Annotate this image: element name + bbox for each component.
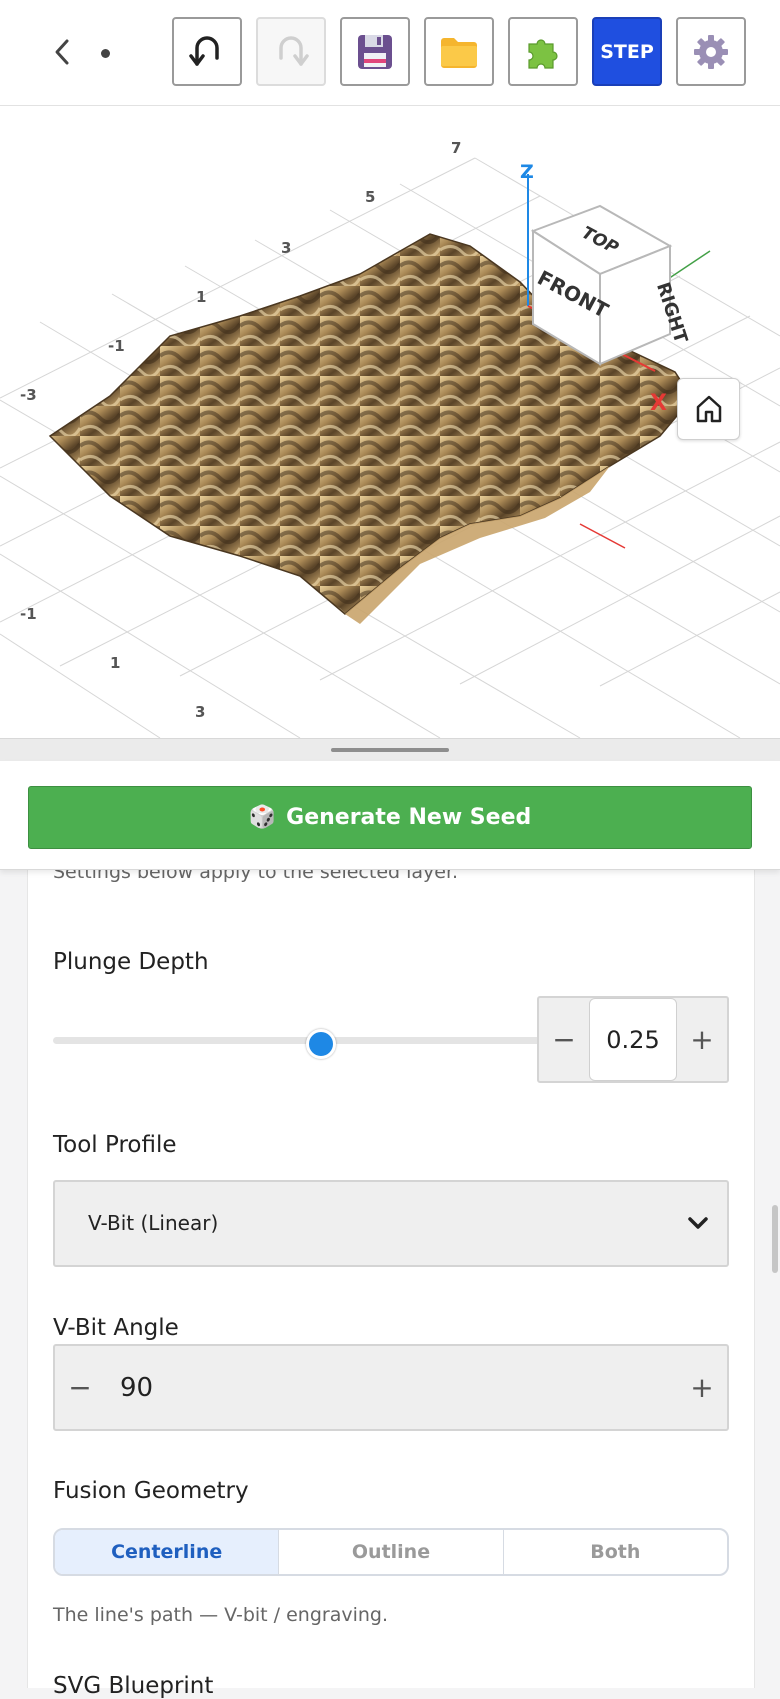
fusion-option-centerline[interactable]: Centerline <box>55 1530 280 1574</box>
vbit-angle-label: V-Bit Angle <box>53 1315 179 1341</box>
fusion-geometry-segmented-control: Centerline Outline Both <box>53 1528 729 1576</box>
vbit-angle-decrement-button[interactable]: − <box>55 1346 105 1429</box>
x-axis-ground <box>579 523 626 549</box>
toolbar: STEP <box>0 0 780 106</box>
plunge-depth-input[interactable]: 0.25 <box>589 998 677 1081</box>
redo-button[interactable] <box>256 17 326 86</box>
tick-label: 1 <box>110 654 120 672</box>
undo-icon <box>189 35 219 66</box>
layer-settings-panel: Settings below apply to the selected lay… <box>27 861 755 1699</box>
tick-label: 5 <box>365 188 375 206</box>
x-axis-label: X <box>650 391 667 416</box>
home-view-button[interactable] <box>677 378 740 440</box>
tick-label: 1 <box>196 288 206 306</box>
generate-bar: 🎲 Generate New Seed <box>0 761 780 870</box>
vbit-angle-increment-button[interactable]: + <box>677 1346 727 1429</box>
tick-label: -1 <box>20 605 37 623</box>
generate-new-seed-button[interactable]: 🎲 Generate New Seed <box>28 786 752 849</box>
panel-resize-divider[interactable] <box>0 738 780 762</box>
chevron-down-icon <box>688 1217 708 1229</box>
settings-button[interactable] <box>676 17 746 86</box>
plugins-button[interactable] <box>508 17 578 86</box>
fusion-option-both[interactable]: Both <box>504 1530 727 1574</box>
tick-label: 3 <box>281 239 291 257</box>
plunge-depth-stepper: − 0.25 + <box>537 996 729 1083</box>
folder-icon <box>441 37 477 68</box>
tick-label: -1 <box>108 337 125 355</box>
viewport-canvas[interactable]: 7 5 3 1 -1 -3 -1 1 3 Z X TOP FRONT RIGHT <box>0 106 780 738</box>
tick-label: -3 <box>20 386 37 404</box>
gear-icon <box>694 34 728 69</box>
fusion-geometry-description: The line's path — V-bit / engraving. <box>53 1604 389 1626</box>
chevron-left-icon <box>55 39 69 65</box>
redo-icon <box>279 35 309 66</box>
tool-profile-label: Tool Profile <box>53 1132 177 1158</box>
home-icon <box>696 395 721 423</box>
plunge-depth-decrement-button[interactable]: − <box>539 998 589 1081</box>
plunge-depth-label: Plunge Depth <box>53 949 209 975</box>
tool-profile-select[interactable]: V-Bit (Linear) <box>53 1180 729 1267</box>
plunge-depth-increment-button[interactable]: + <box>677 998 727 1081</box>
floppy-disk-icon <box>358 34 392 69</box>
tool-profile-selected: V-Bit (Linear) <box>88 1211 219 1235</box>
scrollbar[interactable] <box>772 1205 778 1273</box>
fusion-option-outline[interactable]: Outline <box>279 1530 504 1574</box>
svg-blueprint-label: SVG Blueprint <box>53 1673 214 1699</box>
plunge-depth-slider-thumb[interactable] <box>305 1029 336 1059</box>
vbit-angle-stepper: − 90 + <box>53 1344 729 1431</box>
tick-label: 7 <box>451 139 461 157</box>
puzzle-piece-icon <box>528 38 558 69</box>
step-label: STEP <box>600 40 654 63</box>
3d-viewport[interactable]: 7 5 3 1 -1 -3 -1 1 3 Z X TOP FRONT RIGHT <box>0 106 780 738</box>
undo-button[interactable] <box>172 17 242 86</box>
status-dot <box>101 49 110 58</box>
plunge-depth-slider[interactable] <box>53 1037 540 1044</box>
open-folder-button[interactable] <box>424 17 494 86</box>
save-button[interactable] <box>340 17 410 86</box>
drag-handle[interactable] <box>331 748 449 752</box>
dice-icon: 🎲 <box>248 805 277 830</box>
generate-button-label: Generate New Seed <box>286 805 532 830</box>
z-axis-label: Z <box>520 161 534 183</box>
vbit-angle-input[interactable]: 90 <box>105 1346 677 1429</box>
step-export-button[interactable]: STEP <box>592 17 662 86</box>
fusion-geometry-label: Fusion Geometry <box>53 1478 249 1504</box>
tick-label: 3 <box>195 703 205 721</box>
back-button[interactable] <box>44 30 80 74</box>
